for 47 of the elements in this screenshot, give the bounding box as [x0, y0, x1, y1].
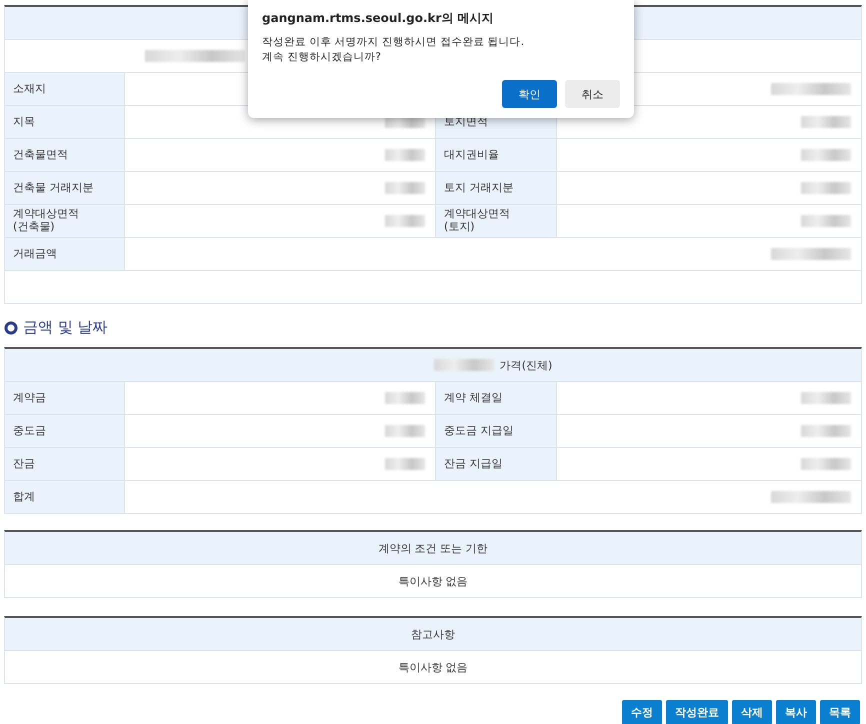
action-button[interactable]: 목록: [820, 700, 860, 724]
field-label: 지목: [5, 106, 125, 138]
confirm-button[interactable]: 확인: [502, 80, 557, 108]
table-cell: 특이사항 없음: [5, 565, 861, 598]
field-label: 계약대상면적 (토지): [435, 205, 557, 237]
redacted-value: [385, 215, 425, 227]
redacted-value: [801, 149, 851, 161]
action-button[interactable]: 작성완료: [666, 700, 728, 724]
field-label: 합계: [5, 481, 125, 513]
action-button[interactable]: 삭제: [732, 700, 772, 724]
field-label: 소재지: [5, 73, 125, 105]
redacted-value: [385, 392, 425, 404]
field-label: 대지권비율: [435, 139, 557, 171]
field-label: 중도금: [5, 415, 125, 447]
redacted-value: [385, 149, 425, 161]
redacted-value: [385, 182, 425, 194]
field-label: 토지 거래지분: [435, 172, 557, 204]
field-label: 건축물면적: [5, 139, 125, 171]
cancel-button[interactable]: 취소: [565, 80, 620, 108]
table-cell: 특이사항 없음: [5, 651, 861, 684]
table-header: 계약의 조건 또는 기한: [5, 532, 861, 565]
redacted-value: [801, 425, 851, 437]
field-label: 중도금 지급일: [435, 415, 557, 447]
redacted-value: [801, 215, 851, 227]
field-label: 잔금: [5, 448, 125, 480]
field-label: 계약대상면적 (건축물): [5, 205, 125, 237]
field-label: 계약금: [5, 382, 125, 414]
action-button[interactable]: 복사: [776, 700, 816, 724]
redacted-value: [385, 458, 425, 470]
field-label: 거래금액: [5, 238, 125, 270]
redacted-value: [434, 359, 494, 371]
table-header: 가격(진체): [500, 358, 552, 372]
dialog-message: 작성완료 이후 서명까지 진행하시면 접수완료 됩니다.: [262, 35, 526, 50]
ring-icon: [4, 320, 18, 334]
action-button[interactable]: 수정: [622, 700, 662, 724]
redacted-value: [801, 182, 851, 194]
field-label: 건축물 거래지분: [5, 172, 125, 204]
redacted-value: [801, 458, 851, 470]
redacted-value: [801, 116, 851, 128]
field-label: 잔금 지급일: [435, 448, 557, 480]
redacted-value: [385, 425, 425, 437]
redacted-value: [801, 392, 851, 404]
table-header: 참고사항: [5, 618, 861, 651]
section-title: 금액 및 날짜: [23, 318, 108, 337]
dialog-message: 계속 진행하시겠습니까?: [262, 50, 382, 64]
dialog-title: gangnam.rtms.seoul.go.kr의 메시지: [262, 10, 495, 27]
field-label: 계약 체결일: [435, 382, 557, 414]
